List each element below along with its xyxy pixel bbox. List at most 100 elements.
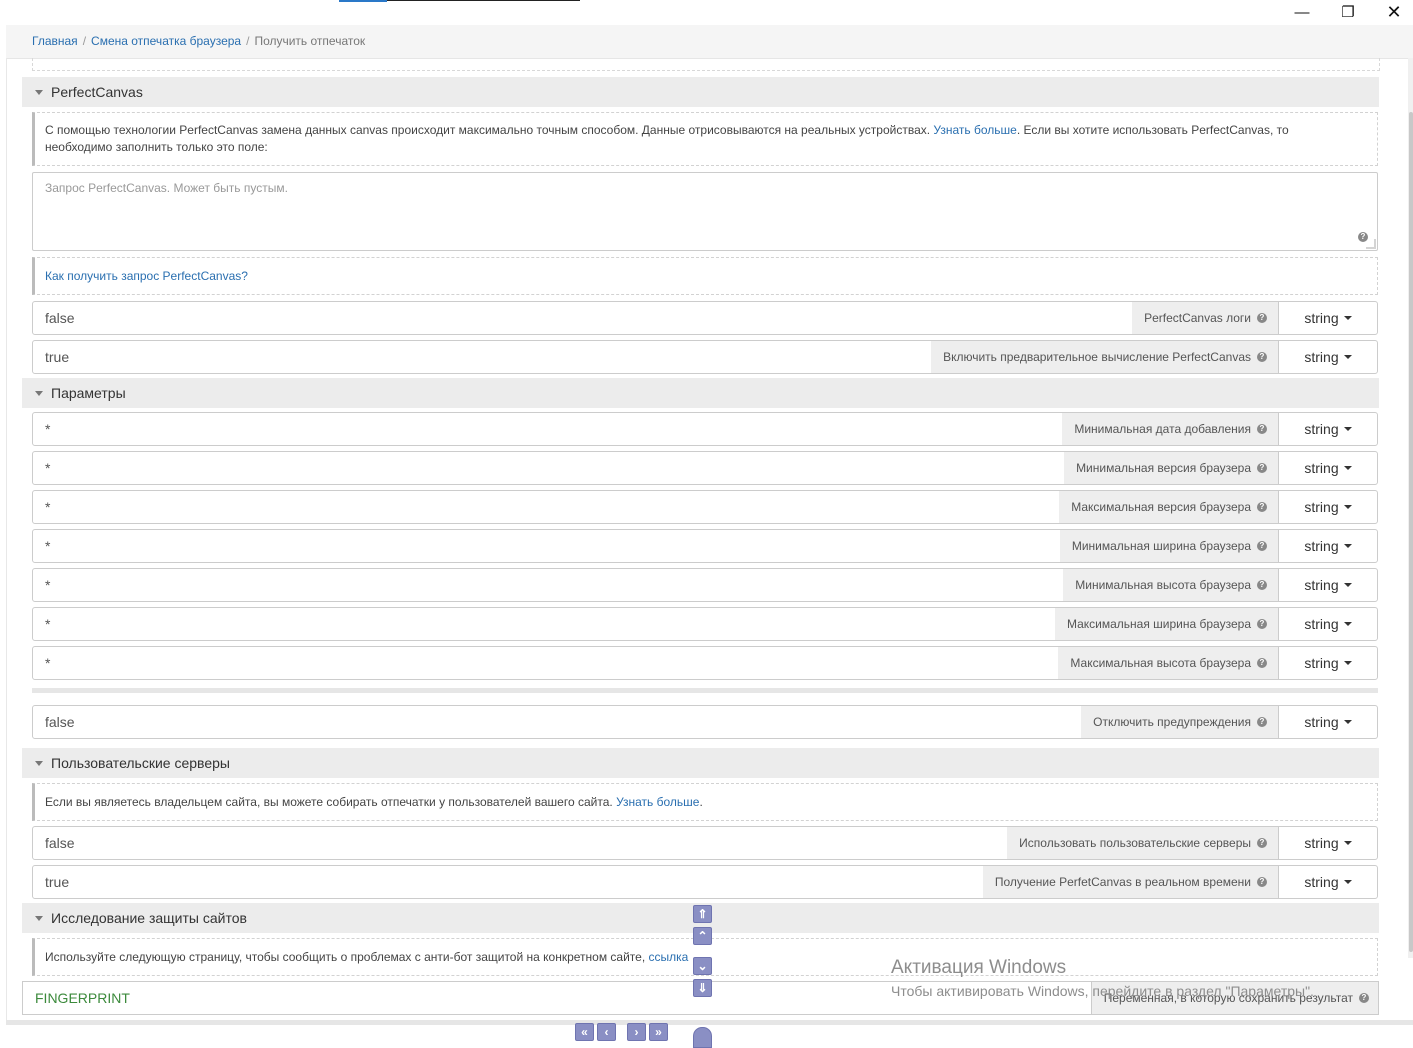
caret-down-icon [35, 390, 43, 396]
perfectcanvas-request-textarea[interactable]: Запрос PerfectCanvas. Может быть пустым.… [32, 172, 1378, 251]
help-icon[interactable]: ? [1257, 580, 1267, 590]
field-row-perfectcanvas-logs: false PerfectCanvas логи? string [32, 301, 1378, 335]
breadcrumb-home-link[interactable]: Главная [32, 34, 78, 48]
type-dropdown[interactable]: string [1278, 301, 1378, 335]
field-row-disable-warnings: false Отключить предупреждения? string [32, 705, 1378, 739]
chevron-right-icon[interactable]: › [627, 1023, 646, 1041]
report-link[interactable]: ссылка [649, 950, 689, 964]
double-chevron-left-icon[interactable]: « [575, 1023, 594, 1041]
min-version-input[interactable]: * [32, 451, 1068, 485]
perfectcanvas-info: С помощью технологии PerfectCanvas замен… [32, 112, 1378, 166]
type-dropdown[interactable]: string [1278, 490, 1378, 524]
minimize-icon[interactable]: — [1279, 0, 1325, 24]
section-title: PerfectCanvas [51, 84, 143, 100]
learn-more-link[interactable]: Узнать больше [933, 123, 1016, 137]
double-chevron-down-icon[interactable]: ⇓ [693, 979, 712, 997]
type-dropdown[interactable]: string [1278, 865, 1378, 899]
disable-warnings-input[interactable]: false [32, 705, 1085, 739]
type-dropdown[interactable]: string [1278, 607, 1378, 641]
help-icon[interactable]: ? [1257, 717, 1267, 727]
section-header-perfectcanvas[interactable]: PerfectCanvas [22, 77, 1379, 107]
type-dropdown[interactable]: string [1278, 451, 1378, 485]
max-height-input[interactable]: * [32, 646, 1063, 680]
restore-icon[interactable]: ❐ [1325, 0, 1371, 24]
help-icon[interactable]: ? [1359, 993, 1369, 1003]
field-row-use-custom-servers: false Использовать пользовательские серв… [32, 826, 1378, 860]
help-icon[interactable]: ? [1257, 313, 1267, 323]
breadcrumb-current: Получить отпечаток [254, 34, 366, 48]
chevron-down-icon[interactable]: ⌄ [693, 957, 712, 975]
min-date-input[interactable]: * [32, 412, 1066, 446]
custom-servers-info: Если вы являетесь владельцем сайта, вы м… [32, 783, 1378, 821]
field-label: Минимальная версия браузера? [1064, 451, 1279, 485]
field-row-max-width: * Максимальная ширина браузера? string [32, 607, 1378, 641]
breadcrumb-separator: / [246, 34, 250, 48]
result-variable-label: Переменная, в которую сохранить результа… [1090, 981, 1379, 1015]
scrollbar-thumb[interactable] [1409, 112, 1413, 952]
max-version-input[interactable]: * [32, 490, 1063, 524]
field-label: Минимальная высота браузера? [1063, 568, 1279, 602]
precompute-input[interactable]: true [32, 340, 938, 374]
type-dropdown[interactable]: string [1278, 705, 1378, 739]
breadcrumb-fingerprint-change-link[interactable]: Смена отпечатка браузера [91, 34, 241, 48]
perfectcanvas-logs-input[interactable]: false [32, 301, 1133, 335]
field-label: Максимальная ширина браузера? [1054, 607, 1279, 641]
breadcrumb-bar: Главная / Смена отпечатка браузера / Получит… [6, 25, 1413, 59]
how-to-get-request-link[interactable]: Как получить запрос PerfectCanvas? [45, 268, 248, 285]
double-chevron-up-icon[interactable]: ⇑ [693, 905, 712, 923]
field-row-min-height: * Минимальная высота браузера? string [32, 568, 1378, 602]
caret-down-icon [1343, 841, 1352, 845]
field-label: Включить предварительное вычисление Perf… [931, 340, 1279, 374]
tab-underline [387, 0, 580, 1]
caret-down-icon [1343, 544, 1352, 548]
chevron-left-icon[interactable]: ‹ [597, 1023, 616, 1041]
use-custom-servers-input[interactable]: false [32, 826, 1012, 860]
min-height-input[interactable]: * [32, 568, 1068, 602]
wifi-icon[interactable] [693, 1027, 712, 1048]
close-icon[interactable]: ✕ [1371, 0, 1413, 24]
resize-handle-icon[interactable] [1366, 239, 1376, 249]
field-label: Максимальная высота браузера? [1058, 646, 1279, 680]
info-text: Используйте следующую страницу, чтобы со… [45, 949, 689, 964]
help-icon[interactable]: ? [1257, 463, 1267, 473]
field-row-max-version: * Максимальная версия браузера? string [32, 490, 1378, 524]
help-icon[interactable]: ? [1257, 424, 1267, 434]
field-label: Максимальная версия браузера? [1059, 490, 1279, 524]
breadcrumb-separator: / [82, 34, 87, 48]
double-chevron-right-icon[interactable]: » [649, 1023, 668, 1041]
chevron-up-icon[interactable]: ⌃ [693, 927, 712, 945]
learn-more-link[interactable]: Узнать больше [616, 795, 699, 809]
field-label: Получение PerfetCanvas в реальном времен… [982, 865, 1279, 899]
type-dropdown[interactable]: string [1278, 568, 1378, 602]
result-variable-input[interactable]: FINGERPRINT [22, 981, 1095, 1015]
help-icon[interactable]: ? [1257, 838, 1267, 848]
type-dropdown[interactable]: string [1278, 529, 1378, 563]
help-icon[interactable]: ? [1257, 877, 1267, 887]
field-row-min-width: * Минимальная ширина браузера? string [32, 529, 1378, 563]
caret-down-icon [1343, 622, 1352, 626]
left-border [6, 58, 7, 1020]
breadcrumb: Главная / Смена отпечатка браузера / Получит… [32, 34, 365, 48]
type-dropdown[interactable]: string [1278, 646, 1378, 680]
help-icon[interactable]: ? [1257, 541, 1267, 551]
type-dropdown[interactable]: string [1278, 826, 1378, 860]
section-title: Параметры [51, 385, 126, 401]
help-icon[interactable]: ? [1257, 658, 1267, 668]
caret-down-icon [1343, 880, 1352, 884]
max-width-input[interactable]: * [32, 607, 1059, 641]
caret-down-icon [1343, 583, 1352, 587]
realtime-canvas-input[interactable]: true [32, 865, 988, 899]
min-width-input[interactable]: * [32, 529, 1063, 563]
type-dropdown[interactable]: string [1278, 340, 1378, 374]
help-icon[interactable]: ? [1257, 502, 1267, 512]
caret-down-icon [35, 89, 43, 95]
help-icon[interactable]: ? [1257, 352, 1267, 362]
caret-down-icon [35, 915, 43, 921]
field-row-min-version: * Минимальная версия браузера? string [32, 451, 1378, 485]
section-header-parameters[interactable]: Параметры [22, 378, 1379, 408]
help-icon[interactable]: ? [1257, 619, 1267, 629]
type-dropdown[interactable]: string [1278, 412, 1378, 446]
field-row-realtime-canvas: true Получение PerfetCanvas в реальном в… [32, 865, 1378, 899]
section-header-custom-servers[interactable]: Пользовательские серверы [22, 748, 1379, 778]
field-label: Использовать пользовательские серверы? [1007, 826, 1279, 860]
